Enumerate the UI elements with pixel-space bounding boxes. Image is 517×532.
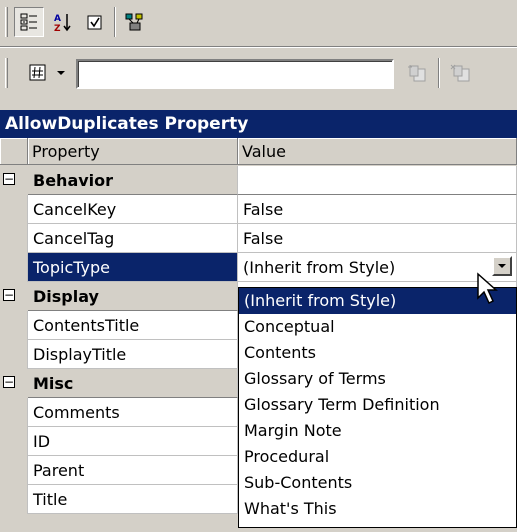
- row-gutter: [0, 311, 28, 340]
- svg-text:A: A: [54, 14, 61, 24]
- object-list-icon: [29, 64, 46, 81]
- dropdown-option[interactable]: Margin Note: [239, 418, 516, 444]
- build-button[interactable]: [120, 7, 150, 37]
- column-header-property[interactable]: Property: [28, 138, 238, 165]
- categorized-button[interactable]: [14, 7, 44, 37]
- row-gutter: [0, 456, 28, 485]
- categorized-icon: [20, 13, 37, 31]
- toolbar-grip[interactable]: [5, 7, 8, 37]
- mouse-cursor-icon: [477, 272, 498, 305]
- toolbar-separator: [114, 7, 116, 37]
- property-pages-icon: [87, 15, 102, 30]
- property-value[interactable]: False: [238, 224, 517, 253]
- sort-alpha-button[interactable]: A Z: [48, 7, 78, 37]
- property-pages-button[interactable]: [80, 7, 110, 37]
- category-display[interactable]: Display: [28, 282, 238, 311]
- dropdown-option[interactable]: Procedural: [239, 444, 516, 470]
- row-gutter: [0, 427, 28, 456]
- grid-header-gutter: [0, 138, 28, 165]
- row-gutter: −: [0, 369, 28, 398]
- dropdown-option[interactable]: Contents: [239, 340, 516, 366]
- dropdown-option[interactable]: What's This: [239, 496, 516, 522]
- row-gutter: [0, 398, 28, 427]
- property-name[interactable]: Parent: [28, 456, 238, 485]
- column-header-value[interactable]: Value: [238, 138, 517, 165]
- property-name[interactable]: DisplayTitle: [28, 340, 238, 369]
- toolbar-divider: [0, 46, 517, 48]
- collapse-icon[interactable]: −: [3, 289, 15, 301]
- row-gutter: [0, 253, 28, 282]
- property-name[interactable]: CancelTag: [28, 224, 238, 253]
- dropdown-option[interactable]: Glossary Term Definition: [239, 392, 516, 418]
- row-gutter: [0, 485, 28, 514]
- row-gutter: [0, 340, 28, 369]
- property-name[interactable]: Comments: [28, 398, 238, 427]
- category-behavior[interactable]: Behavior: [28, 166, 238, 195]
- svg-text:Z: Z: [54, 24, 61, 32]
- object-picker-button[interactable]: [22, 58, 72, 88]
- property-name[interactable]: ContentsTitle: [28, 311, 238, 340]
- dropdown-option[interactable]: (Inherit from Style): [239, 288, 516, 314]
- dropdown-option[interactable]: Glossary of Terms: [239, 366, 516, 392]
- add-object-icon: [408, 65, 426, 82]
- add-object-button[interactable]: [402, 58, 432, 88]
- chevron-down-icon: [57, 71, 65, 75]
- row-gutter: −: [0, 282, 28, 311]
- property-name[interactable]: ID: [28, 427, 238, 456]
- category-misc[interactable]: Misc: [28, 369, 238, 398]
- property-name[interactable]: CancelKey: [28, 195, 238, 224]
- sort-alpha-icon: A Z: [54, 14, 71, 32]
- build-icon: [125, 13, 143, 31]
- toolbar-grip[interactable]: [5, 58, 8, 88]
- property-panel-title: AllowDuplicates Property: [0, 110, 517, 138]
- property-value[interactable]: False: [238, 195, 517, 224]
- property-value: [238, 166, 517, 195]
- toolbar-view: A Z: [0, 0, 517, 44]
- object-name-input[interactable]: [76, 59, 394, 89]
- chevron-down-icon: [498, 264, 506, 268]
- remove-object-icon: [450, 64, 470, 82]
- row-gutter: [0, 195, 28, 224]
- collapse-icon[interactable]: −: [3, 376, 15, 388]
- property-name[interactable]: TopicType: [28, 253, 238, 282]
- collapse-icon[interactable]: −: [3, 173, 15, 185]
- toolbar-separator: [438, 58, 440, 88]
- dropdown-option[interactable]: Conceptual: [239, 314, 516, 340]
- toolbar-object: [0, 50, 517, 96]
- topic-type-dropdown-list: (Inherit from Style) Conceptual Contents Gl…: [238, 287, 517, 528]
- dropdown-option[interactable]: Sub-Contents: [239, 470, 516, 496]
- property-name[interactable]: Title: [28, 485, 238, 514]
- row-gutter: [0, 224, 28, 253]
- row-gutter: −: [0, 166, 28, 195]
- remove-object-button[interactable]: [446, 58, 476, 88]
